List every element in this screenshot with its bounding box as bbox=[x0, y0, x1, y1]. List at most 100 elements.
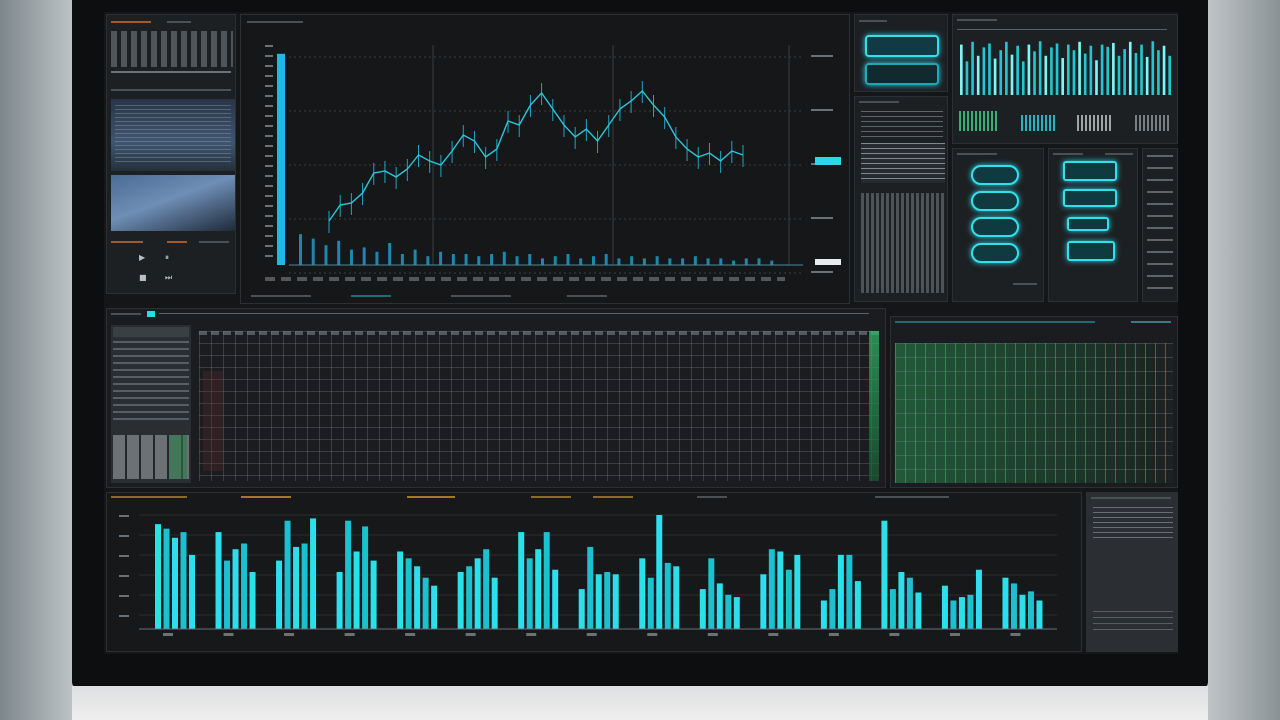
play-icon[interactable]: ▶ bbox=[139, 253, 145, 262]
bar bbox=[414, 566, 421, 629]
y-tick-label bbox=[265, 235, 273, 237]
volume-bar bbox=[706, 258, 710, 265]
info-panel-header bbox=[111, 21, 151, 23]
bar bbox=[483, 549, 490, 629]
y-tick-label bbox=[265, 165, 273, 167]
pause-icon[interactable]: ⏸ bbox=[165, 253, 169, 263]
volume-bar bbox=[337, 240, 341, 265]
bar bbox=[276, 560, 283, 629]
action-button-b[interactable] bbox=[971, 191, 1019, 211]
action-button-e[interactable] bbox=[1063, 161, 1117, 181]
bar bbox=[1019, 594, 1026, 629]
bar bbox=[422, 577, 429, 629]
bar bbox=[518, 532, 525, 629]
spectrum-bar bbox=[1055, 43, 1059, 95]
action-button-c[interactable] bbox=[971, 217, 1019, 237]
bar bbox=[362, 526, 369, 629]
spectrum-bar bbox=[1168, 55, 1171, 95]
spectrum-bar bbox=[965, 61, 969, 95]
x-tick-label bbox=[828, 633, 839, 636]
x-tick-label bbox=[1010, 633, 1021, 636]
bar bbox=[535, 549, 542, 629]
y-tick-label bbox=[265, 245, 273, 247]
action-button-f[interactable] bbox=[1063, 189, 1117, 207]
volume-bar bbox=[770, 260, 774, 265]
bar bbox=[760, 574, 767, 629]
bar bbox=[345, 520, 352, 629]
volume-bar bbox=[311, 238, 315, 265]
side-list-panel bbox=[1142, 148, 1178, 302]
spectrum-bar bbox=[1157, 50, 1160, 95]
bar bbox=[846, 554, 853, 629]
spectrum-bar bbox=[982, 47, 986, 95]
y-tick-label bbox=[265, 95, 273, 97]
volume-bar bbox=[630, 256, 634, 265]
y-tick-label bbox=[265, 255, 273, 257]
toggle-button-2[interactable] bbox=[865, 63, 939, 85]
volume-bar bbox=[757, 258, 761, 265]
action-button-d[interactable] bbox=[971, 243, 1019, 263]
bar bbox=[854, 581, 861, 629]
spectrum-bar bbox=[976, 55, 980, 95]
x-tick-label bbox=[889, 633, 900, 636]
bar bbox=[405, 558, 412, 629]
bar bbox=[881, 520, 888, 629]
volume-bar bbox=[362, 247, 366, 265]
volume-bar bbox=[553, 256, 557, 265]
toggle-button-1[interactable] bbox=[865, 35, 939, 57]
y-tick-label bbox=[265, 125, 273, 127]
y-tick-label bbox=[265, 145, 273, 147]
y-tick-label bbox=[119, 595, 129, 597]
log-panel bbox=[854, 96, 948, 302]
spectrum-bar bbox=[1089, 45, 1093, 95]
spectrum-bar bbox=[993, 58, 997, 95]
bar bbox=[232, 549, 239, 629]
bottom-bar-chart bbox=[119, 514, 1057, 636]
bar bbox=[155, 524, 161, 629]
x-tick-label bbox=[465, 633, 476, 636]
y-tick-label bbox=[265, 185, 273, 187]
volume-bar bbox=[477, 256, 481, 265]
volume-bar bbox=[541, 258, 544, 265]
bar bbox=[820, 600, 827, 629]
volume-bar bbox=[719, 258, 723, 265]
bar bbox=[699, 589, 706, 629]
bar bbox=[543, 532, 550, 629]
action-button-h[interactable] bbox=[1067, 241, 1115, 261]
volume-bar bbox=[299, 234, 302, 265]
y-tick-label bbox=[265, 135, 273, 137]
y-tick-label bbox=[119, 615, 129, 617]
action-button-a[interactable] bbox=[971, 165, 1019, 185]
spectrum-bar bbox=[960, 44, 963, 95]
spectrum-bar bbox=[1033, 51, 1036, 95]
bar bbox=[189, 554, 195, 629]
right-tick-label bbox=[811, 217, 833, 219]
volume-grid-panel bbox=[890, 316, 1178, 488]
spectrum-bar bbox=[1078, 41, 1081, 95]
bar bbox=[180, 532, 187, 629]
bar bbox=[656, 515, 663, 629]
bar bbox=[336, 572, 343, 629]
x-tick-label bbox=[949, 633, 960, 636]
volume-bar bbox=[604, 254, 608, 265]
volume-bar bbox=[668, 258, 672, 265]
y-tick-label bbox=[265, 115, 273, 117]
bar bbox=[1027, 591, 1034, 629]
y-tick-label bbox=[265, 215, 273, 217]
action-button-g[interactable] bbox=[1067, 217, 1109, 231]
skip-icon[interactable]: ⏭ bbox=[165, 273, 172, 283]
bar bbox=[474, 558, 481, 629]
mini-gauge-2 bbox=[1021, 115, 1055, 131]
bar bbox=[906, 577, 913, 629]
log-table bbox=[861, 193, 945, 293]
right-tick-label bbox=[811, 55, 833, 57]
stop-icon[interactable]: ■ bbox=[139, 273, 147, 282]
volume-bar bbox=[413, 249, 417, 265]
dashboard-screen: ▶ ⏸ ■ ⏭ bbox=[104, 12, 1178, 654]
bar bbox=[552, 569, 559, 629]
spectrum-panel bbox=[952, 14, 1178, 144]
y-tick-label bbox=[119, 555, 129, 557]
y-tick-label bbox=[265, 65, 273, 67]
bar bbox=[941, 585, 948, 629]
mini-gauge-4 bbox=[1135, 115, 1169, 131]
